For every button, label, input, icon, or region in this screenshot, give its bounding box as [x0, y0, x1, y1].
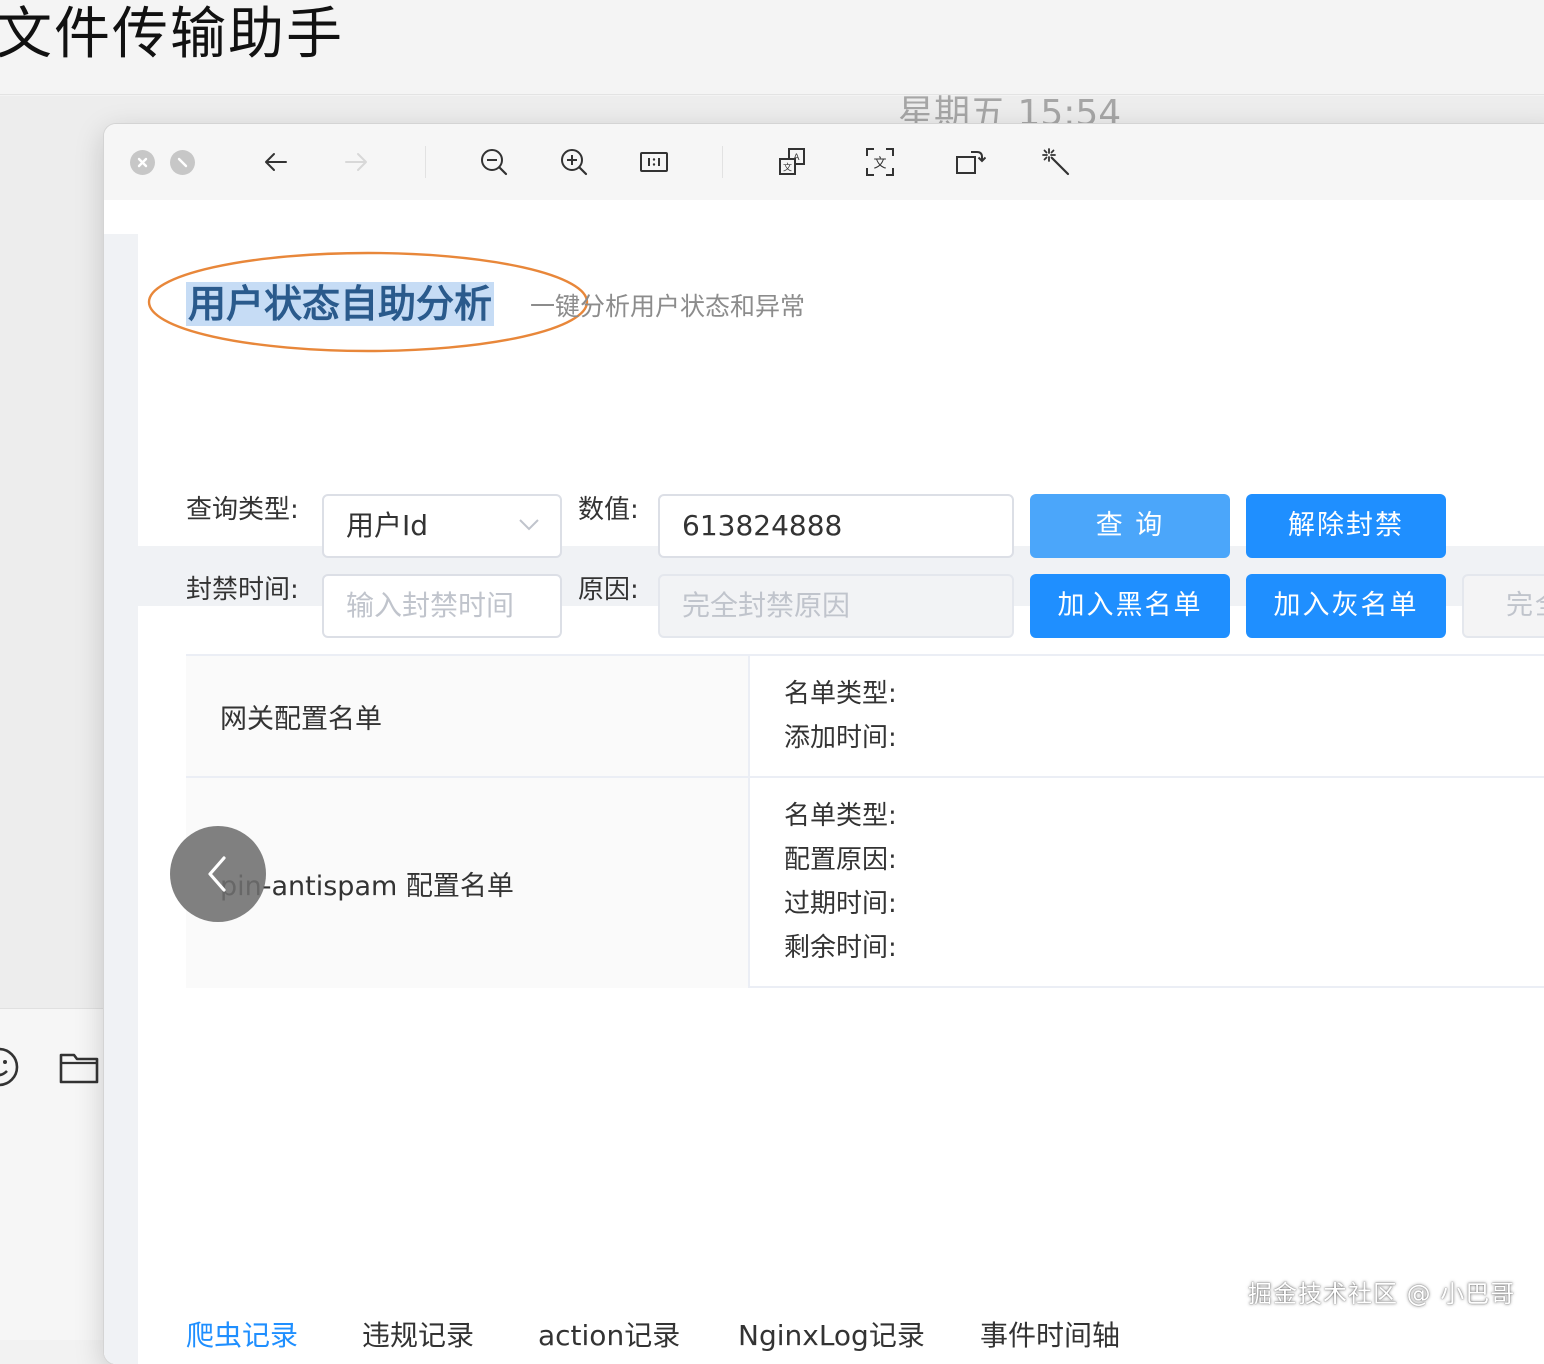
reason-label: 原因:: [578, 575, 639, 605]
record-tabs: 爬虫记录 违规记录 action记录 NginxLog记录 事件时间轴: [186, 1310, 1544, 1364]
chat-title: 文件传输助手: [0, 2, 344, 67]
chevron-down-icon: [519, 519, 539, 531]
text-recognition-icon: 文: [866, 148, 894, 176]
chat-header: 文件传输助手: [0, 0, 1544, 95]
value-label: 数值:: [578, 495, 639, 525]
arrow-right-icon: [345, 153, 367, 171]
query-type-label: 查询类型:: [186, 495, 299, 525]
tab-nginxlog-records[interactable]: NginxLog记录: [738, 1310, 925, 1362]
page-subtitle: 一键分析用户状态和异常: [530, 292, 806, 321]
chevron-left-icon: [208, 856, 226, 892]
add-blacklist-button[interactable]: 加入黑名单: [1030, 574, 1230, 638]
svg-text:文: 文: [873, 157, 886, 172]
zoom-in-button[interactable]: [554, 142, 594, 182]
field-label: 添加时间:: [784, 723, 897, 753]
zoom-out-icon: [481, 149, 508, 176]
field-label: 名单类型:: [784, 679, 897, 709]
translate-icon: A文: [779, 148, 805, 175]
unban-button[interactable]: 解除封禁: [1246, 494, 1446, 558]
query-type-value: 用户Id: [346, 509, 429, 542]
field-label: 剩余时间:: [784, 933, 897, 963]
row-label: pin-antispam 配置名单: [186, 778, 750, 988]
ban-time-input[interactable]: 输入封禁时间: [322, 574, 562, 638]
value-input[interactable]: 613824888: [658, 494, 1014, 558]
close-icon: [137, 157, 148, 168]
magic-wand-button[interactable]: [1036, 142, 1076, 182]
displayed-image: 用户状态自助分析 一键分析用户状态和异常 查询类型: 用户Id 数值: 6138…: [104, 200, 1544, 1364]
svg-text:文: 文: [783, 162, 792, 174]
table-row: pin-antispam 配置名单 名单类型: 配置原因: 过期时间: 剩余时间…: [186, 778, 1544, 988]
table-row: 网关配置名单 名单类型: 添加时间:: [186, 656, 1544, 778]
magic-wand-icon: [1042, 148, 1070, 176]
row-fields: 名单类型: 配置原因: 过期时间: 剩余时间:: [784, 794, 897, 970]
config-list-table: 网关配置名单 名单类型: 添加时间: pin-antispam 配置名单 名单类…: [186, 654, 1544, 988]
viewer-toolbar: A文 文: [104, 124, 1544, 200]
tab-action-records[interactable]: action记录: [538, 1310, 680, 1362]
full-ban-button[interactable]: 完全: [1462, 574, 1544, 638]
back-button[interactable]: [256, 142, 296, 182]
arrow-left-icon: [265, 153, 287, 171]
minimize-window-button[interactable]: [170, 150, 195, 175]
field-label: 过期时间:: [784, 889, 897, 919]
folder-icon[interactable]: [58, 1046, 100, 1088]
tab-crawler-records[interactable]: 爬虫记录: [186, 1310, 298, 1362]
add-graylist-button[interactable]: 加入灰名单: [1246, 574, 1446, 638]
ban-time-label: 封禁时间:: [186, 575, 299, 605]
svg-text:A: A: [793, 153, 800, 163]
toolbar-divider: [722, 146, 723, 178]
actual-size-button[interactable]: [634, 142, 674, 182]
toolbar-divider: [425, 146, 426, 178]
close-window-button[interactable]: [130, 150, 155, 175]
actual-size-icon: [640, 152, 668, 172]
emoji-icon[interactable]: [0, 1046, 20, 1088]
previous-image-button[interactable]: [170, 826, 266, 922]
forward-button[interactable]: [336, 142, 376, 182]
rotate-icon: [956, 151, 986, 174]
translate-button[interactable]: A文: [772, 142, 812, 182]
watermark: 掘金技术社区 @ 小巴哥: [1248, 1280, 1516, 1308]
query-button[interactable]: 查 询: [1030, 494, 1230, 558]
field-label: 名单类型:: [784, 801, 897, 831]
page-title: 用户状态自助分析: [186, 282, 495, 326]
ban-time-placeholder: 输入封禁时间: [346, 589, 515, 622]
zoom-in-icon: [561, 149, 588, 176]
row-label: 网关配置名单: [186, 656, 750, 776]
field-label: 配置原因:: [784, 845, 897, 875]
extract-text-button[interactable]: 文: [860, 142, 900, 182]
row-fields: 名单类型: 添加时间:: [784, 672, 897, 760]
reason-input[interactable]: 完全封禁原因: [658, 574, 1014, 638]
zoom-out-button[interactable]: [474, 142, 514, 182]
image-viewer-window: A文 文 用户状态自助分析 一键分析用户状态和异常 查询类型: 用户Id 数值:…: [104, 124, 1544, 1364]
query-type-select[interactable]: 用户Id: [322, 494, 562, 558]
rotate-button[interactable]: [950, 142, 990, 182]
reason-placeholder: 完全封禁原因: [682, 589, 851, 622]
tab-violation-records[interactable]: 违规记录: [362, 1310, 474, 1362]
tab-event-timeline[interactable]: 事件时间轴: [980, 1310, 1120, 1362]
block-icon: [177, 157, 188, 168]
value-text: 613824888: [682, 509, 843, 542]
